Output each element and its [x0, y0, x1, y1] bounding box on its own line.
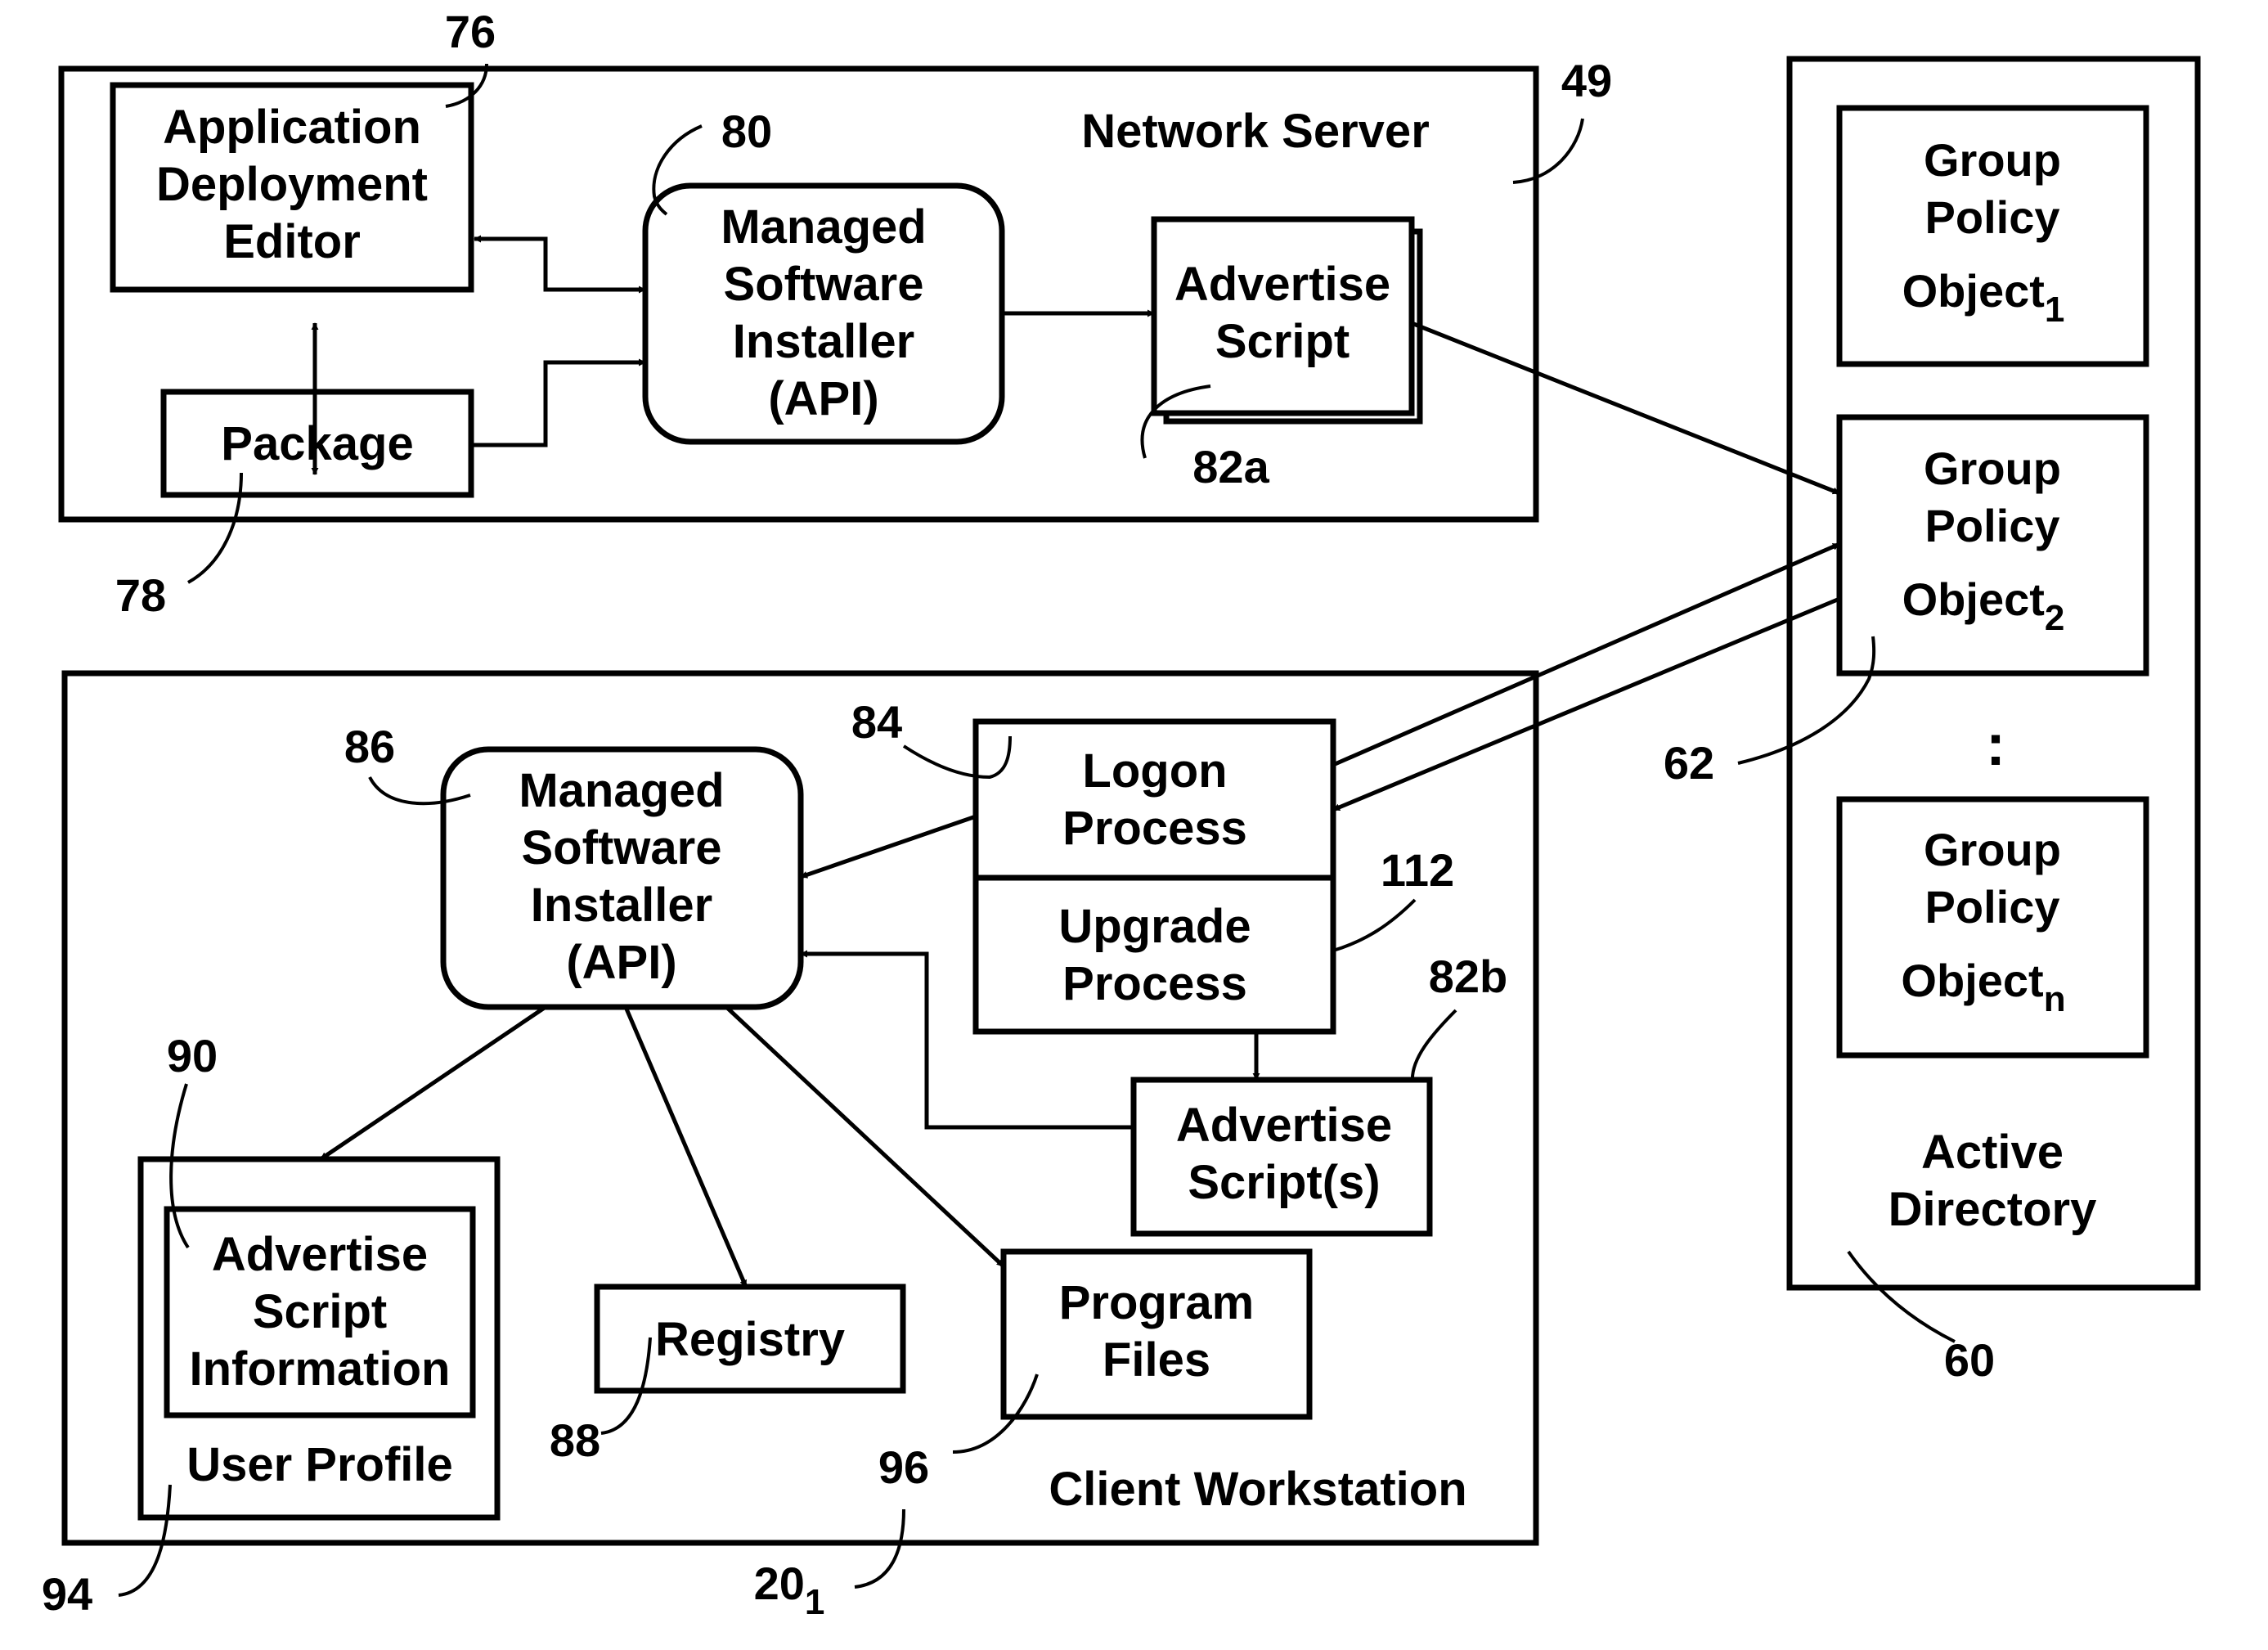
gpo-1-base: Object — [1902, 265, 2045, 317]
program-files-line-1: Program — [1059, 1276, 1255, 1329]
arrow-gpo2-to-logon — [1332, 596, 1840, 812]
gpo-n-subscript: n — [2044, 979, 2066, 1019]
app-deployment-editor-line-3: Editor — [223, 215, 361, 268]
ref-84: 84 — [851, 696, 902, 748]
server-msi-line-3: Installer — [733, 315, 914, 368]
asi-line-2: Script — [253, 1285, 387, 1338]
advertise-script-information[interactable]: Advertise Script Information — [164, 1206, 476, 1418]
client-msi-line-4: (API) — [566, 936, 676, 989]
ref-78: 78 — [115, 569, 166, 621]
arrow-msi-to-program-files — [725, 1005, 1005, 1268]
group-policy-object-2[interactable]: Group Policy Object2 — [1836, 414, 2149, 677]
package-label: Package — [221, 417, 413, 470]
gpo-n-base: Object — [1901, 955, 2043, 1006]
upgrade-process-line-2: Process — [1062, 957, 1247, 1010]
server-msi-line-1: Managed — [721, 200, 926, 254]
ref-82b: 82b — [1429, 951, 1508, 1002]
ref-62: 62 — [1664, 737, 1714, 789]
client-workstation-title: Client Workstation — [1049, 1463, 1466, 1516]
client-managed-software-installer[interactable]: Managed Software Installer (API) — [440, 746, 804, 1010]
package[interactable]: Package — [160, 389, 474, 498]
leader-20-1 — [854, 1508, 905, 1589]
registry-label: Registry — [655, 1313, 845, 1366]
ref-76: 76 — [445, 6, 496, 57]
leader-82b — [1410, 1009, 1457, 1082]
group-policy-object-1[interactable]: Group Policy Object1 — [1836, 105, 2149, 367]
server-msi-line-4: (API) — [768, 372, 878, 425]
network-server-container: Network Server 49 Application Deployment… — [58, 6, 1612, 621]
program-files[interactable]: Program Files — [1000, 1248, 1313, 1420]
client-msi-line-2: Software — [522, 821, 722, 874]
advertise-scripts-line-1: Advertise — [1176, 1099, 1392, 1152]
ref-96: 96 — [878, 1441, 929, 1493]
gpo-1-subscript: 1 — [2045, 290, 2064, 330]
client-advertise-scripts[interactable]: Advertise Script(s) — [1130, 1077, 1433, 1237]
active-directory-container: Group Policy Object1 Group Policy Object… — [1664, 56, 2201, 1386]
active-directory-line-2: Directory — [1889, 1183, 2097, 1236]
client-msi-line-1: Managed — [519, 764, 724, 817]
leader-112 — [1332, 898, 1417, 952]
ref-86: 86 — [344, 721, 395, 772]
ref-90: 90 — [167, 1030, 218, 1081]
logon-upgrade-process[interactable]: Logon Process Upgrade Process — [972, 718, 1336, 1035]
ref-80: 80 — [721, 106, 772, 157]
user-profile[interactable]: Advertise Script Information User Profil… — [137, 1156, 501, 1521]
advertise-script-line-1: Advertise — [1174, 258, 1390, 311]
client-msi-line-3: Installer — [531, 879, 712, 932]
ref-88: 88 — [550, 1414, 600, 1466]
app-deployment-editor[interactable]: Application Deployment Editor — [110, 82, 474, 293]
logon-process-line-2: Process — [1062, 802, 1247, 855]
server-msi-line-2: Software — [724, 258, 924, 311]
ref-60: 60 — [1944, 1334, 1995, 1386]
arrow-logon-to-msi — [800, 814, 977, 879]
arrow-logon-to-gpo2 — [1332, 542, 1840, 767]
gpo-2-line-1: Group — [1924, 443, 2061, 494]
app-deployment-editor-line-1: Application — [163, 101, 421, 154]
ref-82a: 82a — [1192, 441, 1269, 492]
logon-process-line-1: Logon — [1082, 744, 1227, 798]
app-deployment-editor-line-2: Deployment — [156, 158, 428, 211]
gpo-2-subscript: 2 — [2045, 598, 2064, 638]
gpo-n-line-1: Group — [1924, 824, 2061, 875]
gpo-2-base: Object — [1902, 573, 2045, 625]
server-managed-software-installer[interactable]: Managed Software Installer (API) — [642, 182, 1005, 445]
ref-49: 49 — [1561, 55, 1612, 106]
user-profile-label: User Profile — [186, 1438, 453, 1491]
arrow-msi-to-user-profile — [319, 1005, 547, 1162]
arrow-msi-to-registry — [623, 1006, 748, 1288]
program-files-line-2: Files — [1103, 1333, 1210, 1387]
server-advertise-script[interactable]: Advertise Script — [1151, 216, 1423, 425]
advertise-script-line-2: Script — [1215, 315, 1350, 368]
ref-20-subscript: 1 — [805, 1582, 824, 1622]
gpo-2-line-2: Policy — [1925, 500, 2060, 551]
network-server-title: Network Server — [1081, 105, 1430, 158]
gpo-ellipsis: : — [1986, 713, 2005, 778]
upgrade-process-line-1: Upgrade — [1058, 900, 1251, 953]
gpo-1-line-2: Policy — [1925, 191, 2060, 243]
gpo-1-line-1: Group — [1924, 134, 2061, 186]
ref-20-base: 20 — [754, 1558, 805, 1609]
group-policy-object-n[interactable]: Group Policy Objectn — [1836, 796, 2149, 1059]
ref-94: 94 — [42, 1568, 92, 1620]
asi-line-3: Information — [190, 1342, 451, 1396]
ref-112: 112 — [1381, 844, 1454, 896]
registry[interactable]: Registry — [594, 1284, 906, 1394]
asi-line-1: Advertise — [212, 1228, 428, 1281]
active-directory-line-1: Active — [1921, 1126, 2064, 1179]
gpo-n-line-2: Policy — [1925, 881, 2060, 933]
client-workstation-container: Client Workstation 201 Managed Software … — [42, 670, 1539, 1622]
ref-20-1: 201 — [754, 1558, 825, 1622]
advertise-scripts-line-2: Script(s) — [1188, 1156, 1380, 1209]
